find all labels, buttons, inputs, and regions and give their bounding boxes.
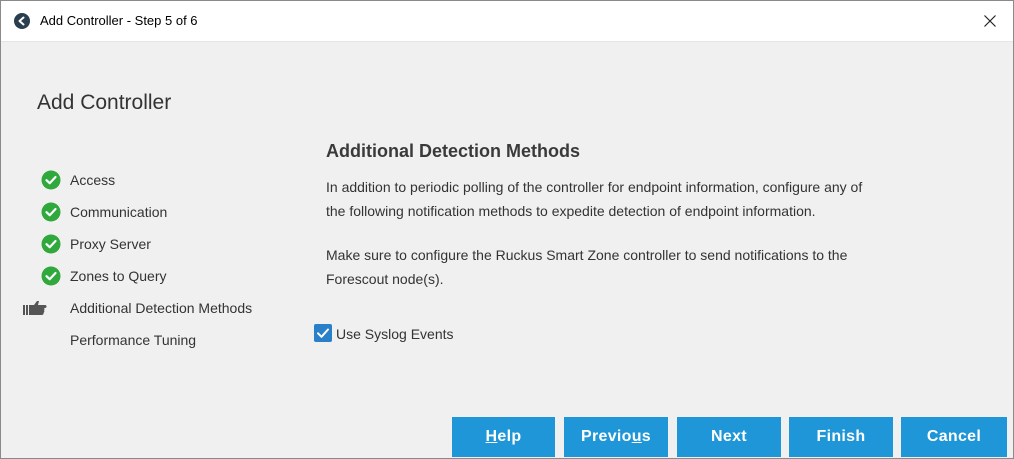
description-paragraph-2: Make sure to configure the Ruckus Smart … [326,244,986,291]
description-paragraph-1: In addition to periodic polling of the c… [326,176,986,223]
description-line: Make sure to configure the Ruckus Smart … [326,247,848,263]
check-circle-icon [41,170,61,190]
step-performance-tuning: Performance Tuning [1,327,301,351]
step-zones-to-query: Zones to Query [1,263,301,287]
close-button[interactable] [967,1,1013,41]
pointing-hand-icon [23,301,47,315]
step-label: Proxy Server [70,236,151,252]
description-line: Forescout node(s). [326,270,444,287]
window-title: Add Controller - Step 5 of 6 [40,13,198,28]
step-label: Access [70,172,116,188]
close-icon [984,15,996,27]
previous-button[interactable]: Previo u s [564,417,668,457]
step-access: Access [1,167,301,191]
step-label: Communication [70,204,168,220]
section-title: Additional Detection Methods [326,141,580,161]
use-syslog-events-label: Use Syslog Events [336,326,454,342]
step-label: Additional Detection Methods [70,300,253,316]
app-logo-icon [14,13,30,29]
step-additional-detection-methods: Additional Detection Methods [1,295,301,319]
step-label: Zones to Query [70,268,167,284]
check-circle-icon [41,234,61,254]
step-proxy-server: Proxy Server [1,231,301,255]
page-heading: Add Controller [37,91,172,114]
cancel-button[interactable]: Cancel [901,417,1007,457]
next-button[interactable]: Next [677,417,781,457]
check-circle-icon [41,202,61,222]
check-circle-icon [41,266,61,286]
description-line: the following notification methods to ex… [326,202,816,219]
description-line: In addition to periodic polling of the c… [326,179,863,195]
checkmark-icon [317,328,329,338]
add-controller-dialog: Add Controller - Step 5 of 6 Add Control… [0,0,1014,459]
title-bar: Add Controller - Step 5 of 6 [1,1,1013,42]
use-syslog-events-checkbox[interactable] [314,324,332,342]
step-label: Performance Tuning [70,332,197,348]
help-button[interactable]: Help [452,417,555,457]
step-communication: Communication [1,199,301,223]
finish-button[interactable]: Finish [789,417,893,457]
